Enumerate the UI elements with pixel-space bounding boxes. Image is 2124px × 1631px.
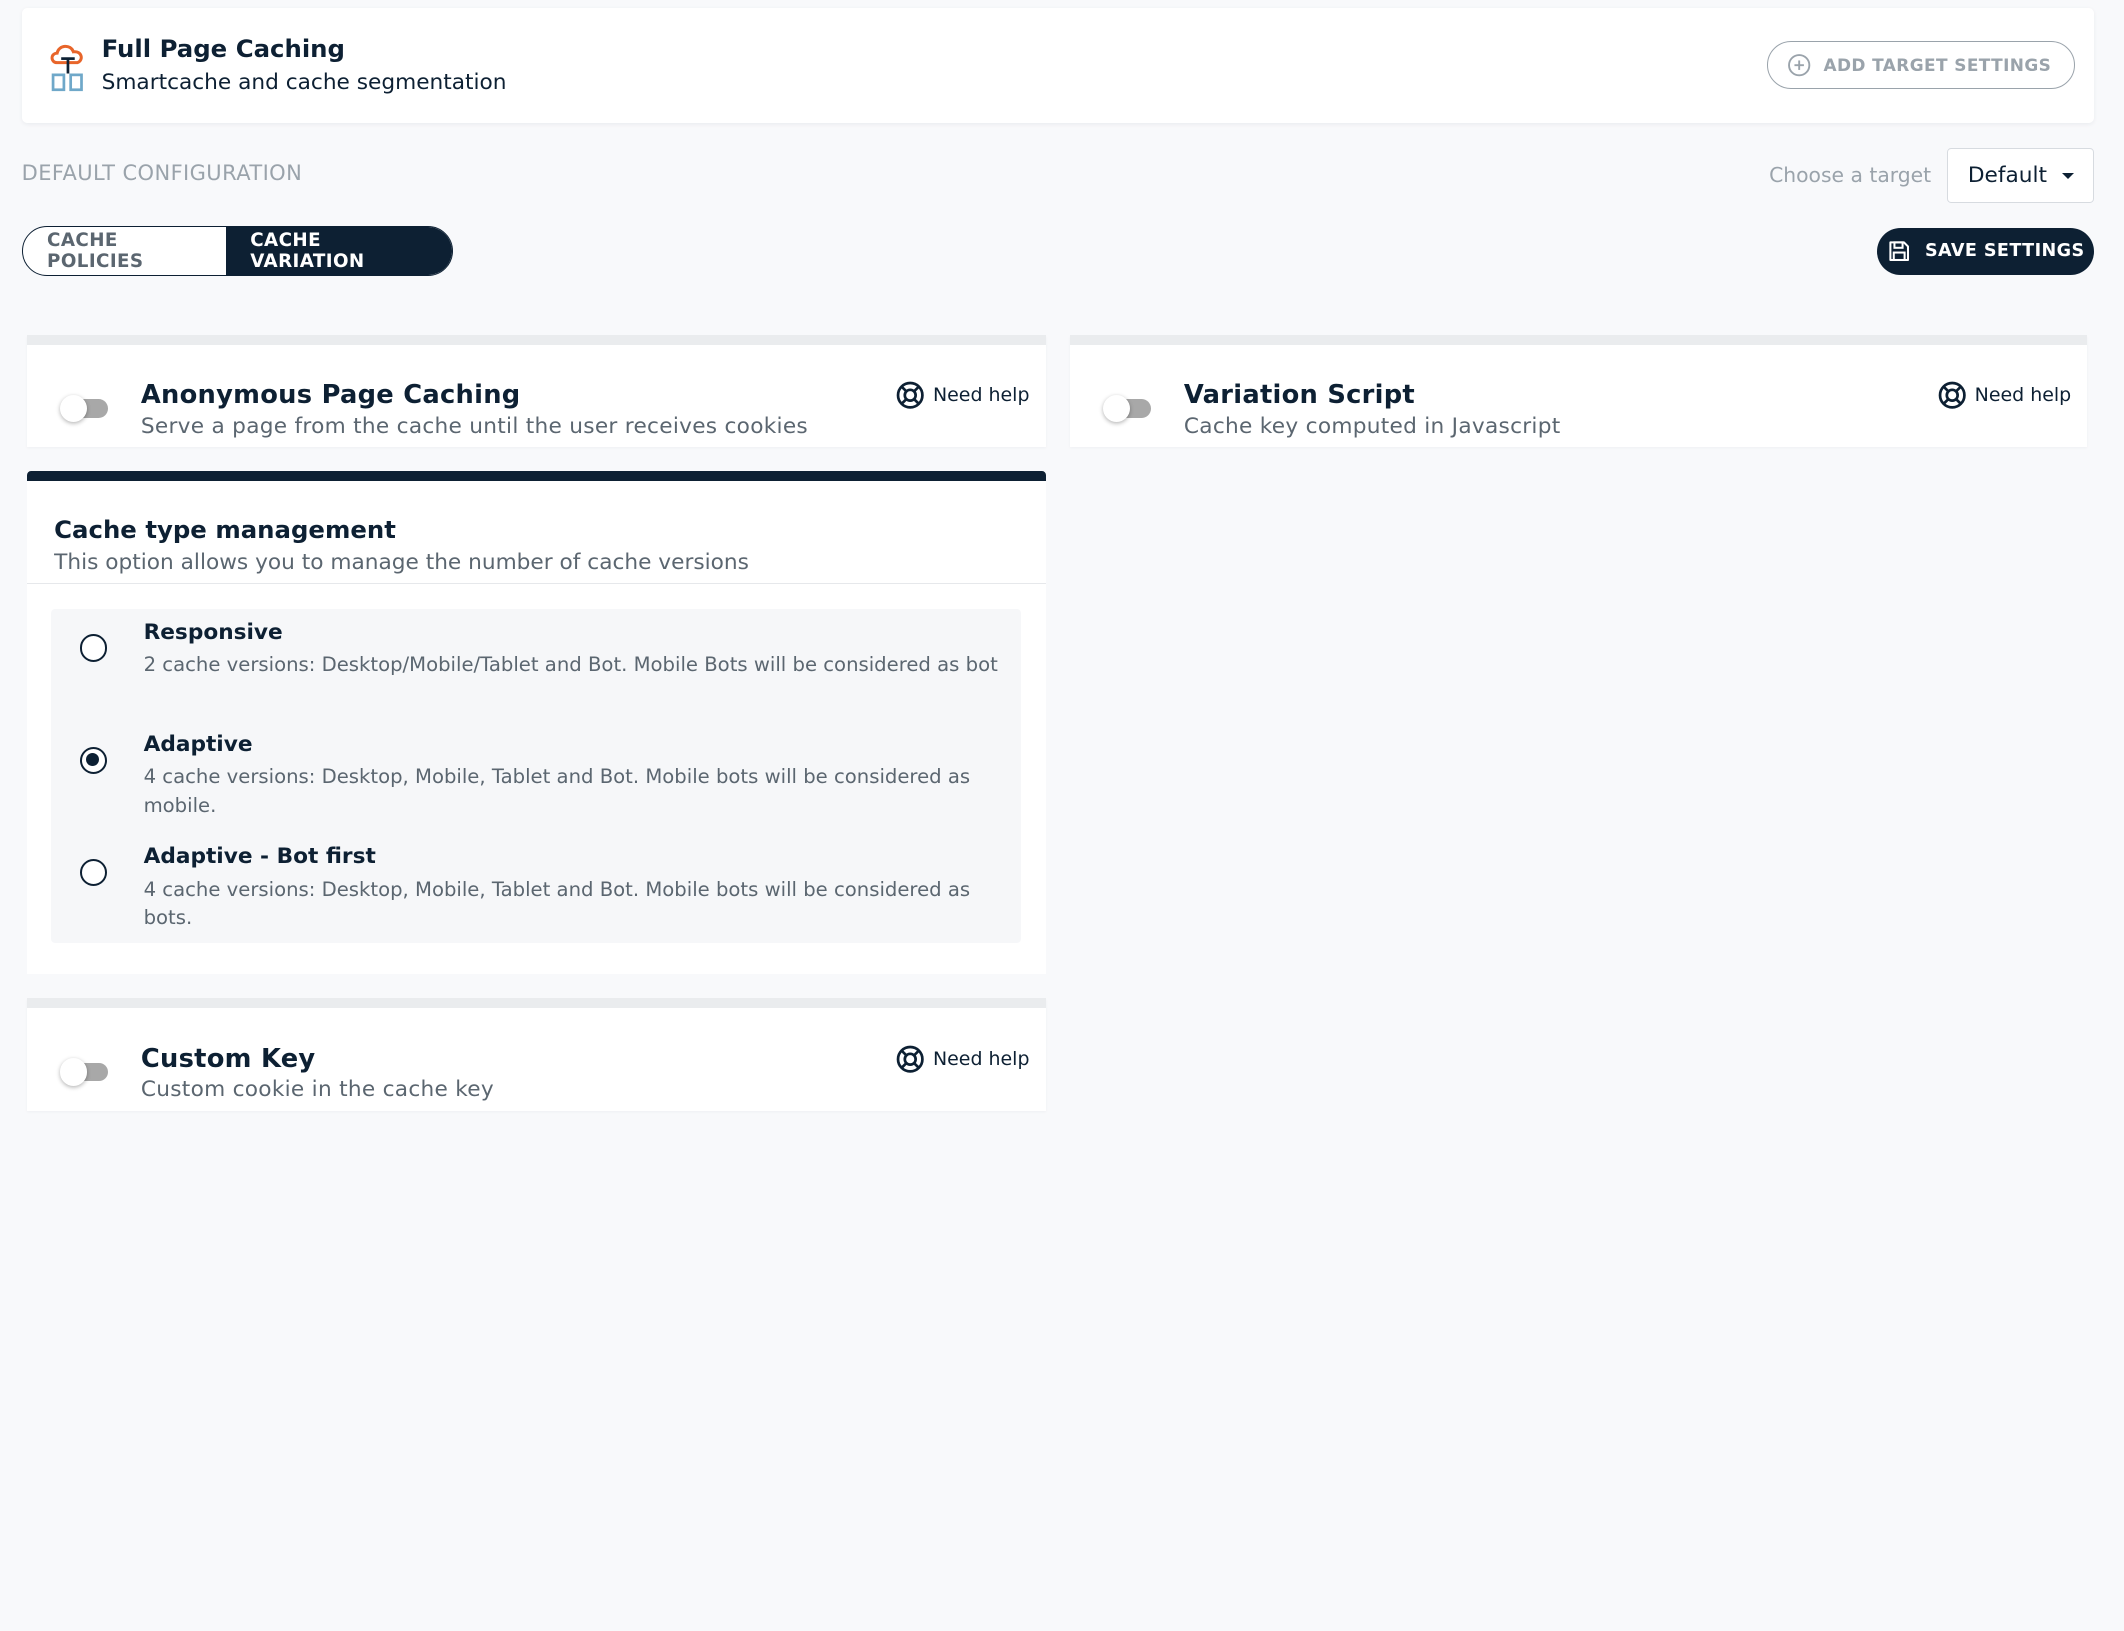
divider xyxy=(27,582,1046,584)
toggle-knob xyxy=(59,394,87,422)
option-title: Adaptive - Bot first xyxy=(143,844,376,870)
need-help-label: Need help xyxy=(932,384,1030,407)
plus-circle-icon xyxy=(1787,53,1811,77)
card-subtitle: Serve a page from the cache until the us… xyxy=(140,413,808,439)
page: Full Page Caching Smartcache and cache s… xyxy=(0,0,2124,1204)
option-responsive[interactable]: Responsive 2 cache versions: Desktop/Mob… xyxy=(51,609,1021,721)
lifebuoy-icon xyxy=(897,1045,925,1073)
variation-script-toggle[interactable] xyxy=(1102,394,1154,422)
card-title: Anonymous Page Caching xyxy=(140,379,521,410)
need-help-label: Need help xyxy=(1974,384,2072,407)
option-description: 4 cache versions: Desktop, Mobile, Table… xyxy=(143,765,971,817)
toggle-knob xyxy=(1102,394,1130,422)
cache-type-options: Responsive 2 cache versions: Desktop/Mob… xyxy=(51,608,1022,946)
tab-group: CACHE POLICIES CACHE VARIATION xyxy=(21,226,454,277)
card-title: Custom Key xyxy=(140,1043,316,1074)
page-title: Full Page Caching xyxy=(101,33,345,63)
save-settings-button[interactable]: SAVE SETTINGS xyxy=(1877,227,2095,275)
card-subtitle: Custom cookie in the cache key xyxy=(140,1077,494,1103)
custom-key-toggle[interactable] xyxy=(59,1058,111,1086)
radio-adaptive-bot-first[interactable] xyxy=(79,859,107,887)
radio-responsive[interactable] xyxy=(79,634,107,662)
need-help-link[interactable]: Need help xyxy=(1938,381,2071,409)
variation-script-card: Variation Script Cache key computed in J… xyxy=(1070,334,2088,447)
toggle-knob xyxy=(59,1058,87,1086)
card-title: Variation Script xyxy=(1183,379,1415,410)
target-select[interactable]: Default xyxy=(1946,147,2095,204)
save-settings-label: SAVE SETTINGS xyxy=(1924,241,2085,262)
need-help-link[interactable]: Need help xyxy=(896,381,1029,409)
page-subtitle: Smartcache and cache segmentation xyxy=(101,70,507,96)
target-select-value: Default xyxy=(1967,162,2047,188)
cache-type-title: Cache type management xyxy=(54,515,396,545)
header-card: Full Page Caching Smartcache and cache s… xyxy=(21,8,2095,124)
need-help-link[interactable]: Need help xyxy=(896,1045,1029,1073)
lifebuoy-icon xyxy=(1938,381,1966,409)
option-title: Responsive xyxy=(143,619,283,645)
choose-target-label: Choose a target xyxy=(1769,162,1932,187)
cache-type-subtitle: This option allows you to manage the num… xyxy=(54,550,749,576)
tab-cache-policies[interactable]: CACHE POLICIES xyxy=(23,227,226,275)
card-subtitle: Cache key computed in Javascript xyxy=(1183,413,1561,439)
anonymous-page-caching-toggle[interactable] xyxy=(59,394,111,422)
tab-cache-variation[interactable]: CACHE VARIATION xyxy=(225,227,453,276)
lifebuoy-icon xyxy=(897,381,925,409)
add-target-settings-label: ADD TARGET SETTINGS xyxy=(1823,55,2052,75)
caret-down-icon xyxy=(2062,173,2075,180)
option-adaptive[interactable]: Adaptive 4 cache versions: Desktop, Mobi… xyxy=(51,721,1021,833)
option-description: 4 cache versions: Desktop, Mobile, Table… xyxy=(143,877,971,930)
anonymous-page-caching-card: Anonymous Page Caching Serve a page from… xyxy=(27,334,1046,447)
radio-adaptive[interactable] xyxy=(79,746,107,774)
floppy-disk-icon xyxy=(1889,241,1910,262)
option-adaptive-bot-first[interactable]: Adaptive - Bot first 4 cache versions: D… xyxy=(51,834,1021,946)
option-title: Adaptive xyxy=(143,731,253,757)
custom-key-card: Custom Key Custom cookie in the cache ke… xyxy=(27,998,1046,1111)
need-help-label: Need help xyxy=(932,1048,1030,1071)
add-target-settings-button[interactable]: ADD TARGET SETTINGS xyxy=(1766,40,2076,90)
option-description: 2 cache versions: Desktop/Mobile/Tablet … xyxy=(143,652,998,676)
section-label: DEFAULT CONFIGURATION xyxy=(21,161,303,186)
cloud-cache-logo-icon xyxy=(50,44,83,91)
cache-type-management-card: Cache type management This option allows… xyxy=(27,471,1046,974)
